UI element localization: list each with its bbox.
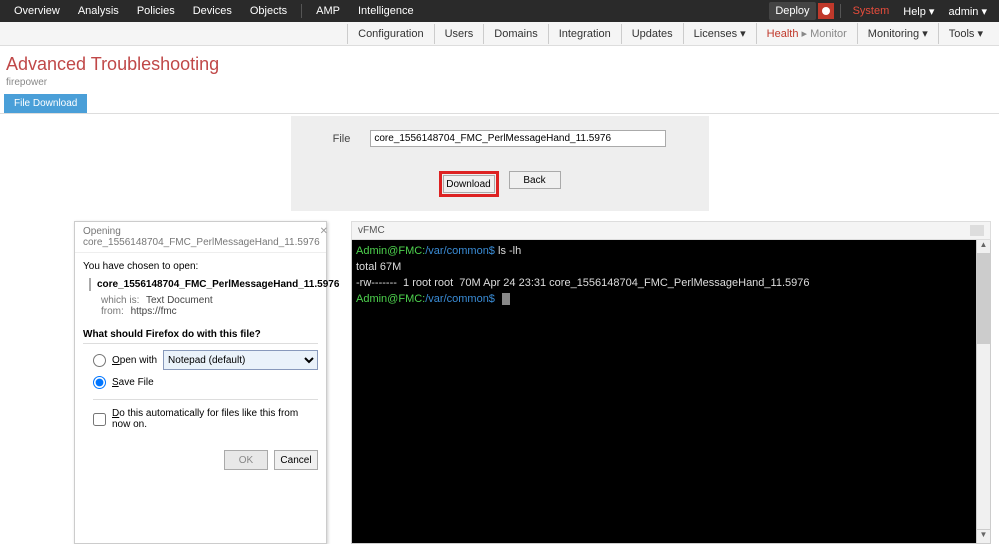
health-label: Health bbox=[767, 28, 799, 40]
bottom-row: Opening core_1556148704_FMC_PerlMessageH… bbox=[0, 221, 999, 544]
terminal-panel: vFMC Admin@FMC:/var/common$ ls -lh total… bbox=[351, 221, 991, 544]
nav-overview[interactable]: Overview bbox=[6, 2, 68, 20]
nav-policies[interactable]: Policies bbox=[129, 2, 183, 20]
dialog-footer: OK Cancel bbox=[75, 444, 326, 480]
file-row: File bbox=[333, 130, 667, 147]
secnav-tools[interactable]: Tools ▾ bbox=[938, 23, 993, 44]
secnav-domains[interactable]: Domains bbox=[483, 24, 547, 44]
tab-bar: File Download bbox=[0, 94, 999, 114]
top-nav-left: Overview Analysis Policies Devices Objec… bbox=[6, 2, 422, 20]
health-sub: ▸ Monitor bbox=[802, 28, 847, 40]
nav-divider bbox=[840, 4, 841, 18]
terminal-body-wrap: Admin@FMC:/var/common$ ls -lh total 67M … bbox=[351, 240, 991, 544]
page-header: Advanced Troubleshooting firepower bbox=[0, 46, 999, 94]
download-button[interactable]: Download bbox=[443, 175, 495, 193]
terminal-output[interactable]: Admin@FMC:/var/common$ ls -lh total 67M … bbox=[352, 240, 976, 543]
total-line: total 67M bbox=[356, 261, 401, 273]
nav-system[interactable]: System bbox=[847, 2, 896, 20]
secnav-updates[interactable]: Updates bbox=[621, 24, 683, 44]
listing-line: -rw------- 1 root root 70M Apr 24 23:31 … bbox=[356, 277, 809, 289]
download-highlight: Download bbox=[439, 171, 499, 197]
terminal-title: vFMC bbox=[358, 225, 385, 236]
button-row: Download Back bbox=[439, 171, 561, 197]
dialog-body: You have chosen to open: core_1556148704… bbox=[75, 253, 326, 444]
open-with-select[interactable]: Notepad (default) bbox=[163, 350, 318, 370]
open-with-label: Open with bbox=[112, 355, 157, 366]
dialog-file-name: core_1556148704_FMC_PerlMessageHand_11.5… bbox=[97, 279, 339, 290]
nav-objects[interactable]: Objects bbox=[242, 2, 295, 20]
deploy-button[interactable]: Deploy bbox=[769, 2, 815, 20]
which-is-row: which is: Text Document bbox=[101, 295, 318, 306]
save-file-label: Save File bbox=[112, 377, 154, 388]
auto-checkbox[interactable] bbox=[93, 413, 106, 426]
back-button[interactable]: Back bbox=[509, 171, 561, 189]
nav-devices[interactable]: Devices bbox=[185, 2, 240, 20]
auto-label: Do this automatically for files like thi… bbox=[112, 408, 318, 430]
secondary-nav: Configuration Users Domains Integration … bbox=[0, 22, 999, 46]
nav-intelligence[interactable]: Intelligence bbox=[350, 2, 422, 20]
prompt-user: Admin@FMC: bbox=[356, 245, 425, 257]
open-with-row: Open with Notepad (default) bbox=[93, 350, 318, 370]
tab-file-download[interactable]: File Download bbox=[4, 94, 87, 113]
nav-amp[interactable]: AMP bbox=[308, 2, 348, 20]
nav-help[interactable]: Help ▾ bbox=[897, 2, 940, 21]
scroll-up-icon[interactable]: ▲ bbox=[977, 240, 990, 254]
nav-divider bbox=[301, 4, 302, 18]
open-with-radio[interactable] bbox=[93, 354, 106, 367]
from-val: https://fmc bbox=[131, 306, 177, 317]
question-text: What should Firefox do with this file? bbox=[83, 329, 318, 344]
secnav-licenses[interactable]: Licenses ▾ bbox=[683, 23, 756, 44]
top-nav: Overview Analysis Policies Devices Objec… bbox=[0, 0, 999, 22]
scroll-down-icon[interactable]: ▼ bbox=[977, 529, 990, 543]
auto-row: Do this automatically for files like thi… bbox=[93, 399, 318, 430]
secnav-configuration[interactable]: Configuration bbox=[347, 24, 433, 44]
secnav-users[interactable]: Users bbox=[434, 24, 484, 44]
file-input[interactable] bbox=[370, 130, 666, 147]
cmd-text: ls -lh bbox=[495, 245, 521, 257]
secnav-monitoring[interactable]: Monitoring ▾ bbox=[857, 23, 938, 44]
nav-admin[interactable]: admin ▾ bbox=[942, 2, 993, 21]
scroll-thumb[interactable] bbox=[977, 254, 990, 344]
cancel-button[interactable]: Cancel bbox=[274, 450, 318, 470]
page-subtitle: firepower bbox=[6, 77, 993, 88]
top-nav-right: Deploy System Help ▾ admin ▾ bbox=[769, 2, 993, 21]
alert-icon[interactable] bbox=[818, 3, 834, 19]
dialog-titlebar: Opening core_1556148704_FMC_PerlMessageH… bbox=[75, 222, 326, 253]
dialog-title-text: Opening core_1556148704_FMC_PerlMessageH… bbox=[83, 226, 320, 248]
from-row: from: https://fmc bbox=[101, 306, 318, 317]
dialog-file-item: core_1556148704_FMC_PerlMessageHand_11.5… bbox=[89, 278, 318, 291]
secnav-integration[interactable]: Integration bbox=[548, 24, 621, 44]
save-file-radio[interactable] bbox=[93, 376, 106, 389]
prompt-path: /var/common$ bbox=[425, 245, 495, 257]
secnav-health[interactable]: Health ▸ Monitor bbox=[756, 23, 857, 44]
from-key: from: bbox=[101, 306, 124, 317]
prompt-path-2: /var/common$ bbox=[425, 293, 495, 305]
file-icon bbox=[89, 278, 91, 291]
terminal-titlebar-handle[interactable] bbox=[970, 225, 984, 236]
chosen-text: You have chosen to open: bbox=[83, 261, 318, 272]
nav-analysis[interactable]: Analysis bbox=[70, 2, 127, 20]
save-file-row: Save File bbox=[93, 376, 318, 389]
open-file-dialog: Opening core_1556148704_FMC_PerlMessageH… bbox=[74, 221, 327, 544]
which-is-key: which is: bbox=[101, 295, 139, 306]
terminal-scrollbar[interactable]: ▲ ▼ bbox=[976, 240, 990, 543]
ok-button[interactable]: OK bbox=[224, 450, 268, 470]
page-title: Advanced Troubleshooting bbox=[6, 54, 993, 75]
file-download-panel: File Download Back bbox=[291, 116, 709, 211]
which-is-val: Text Document bbox=[146, 295, 213, 306]
prompt-user-2: Admin@FMC: bbox=[356, 293, 425, 305]
terminal-titlebar: vFMC bbox=[351, 221, 991, 240]
terminal-cursor bbox=[502, 293, 510, 305]
file-label: File bbox=[333, 133, 351, 145]
close-icon[interactable]: ✕ bbox=[320, 226, 328, 248]
